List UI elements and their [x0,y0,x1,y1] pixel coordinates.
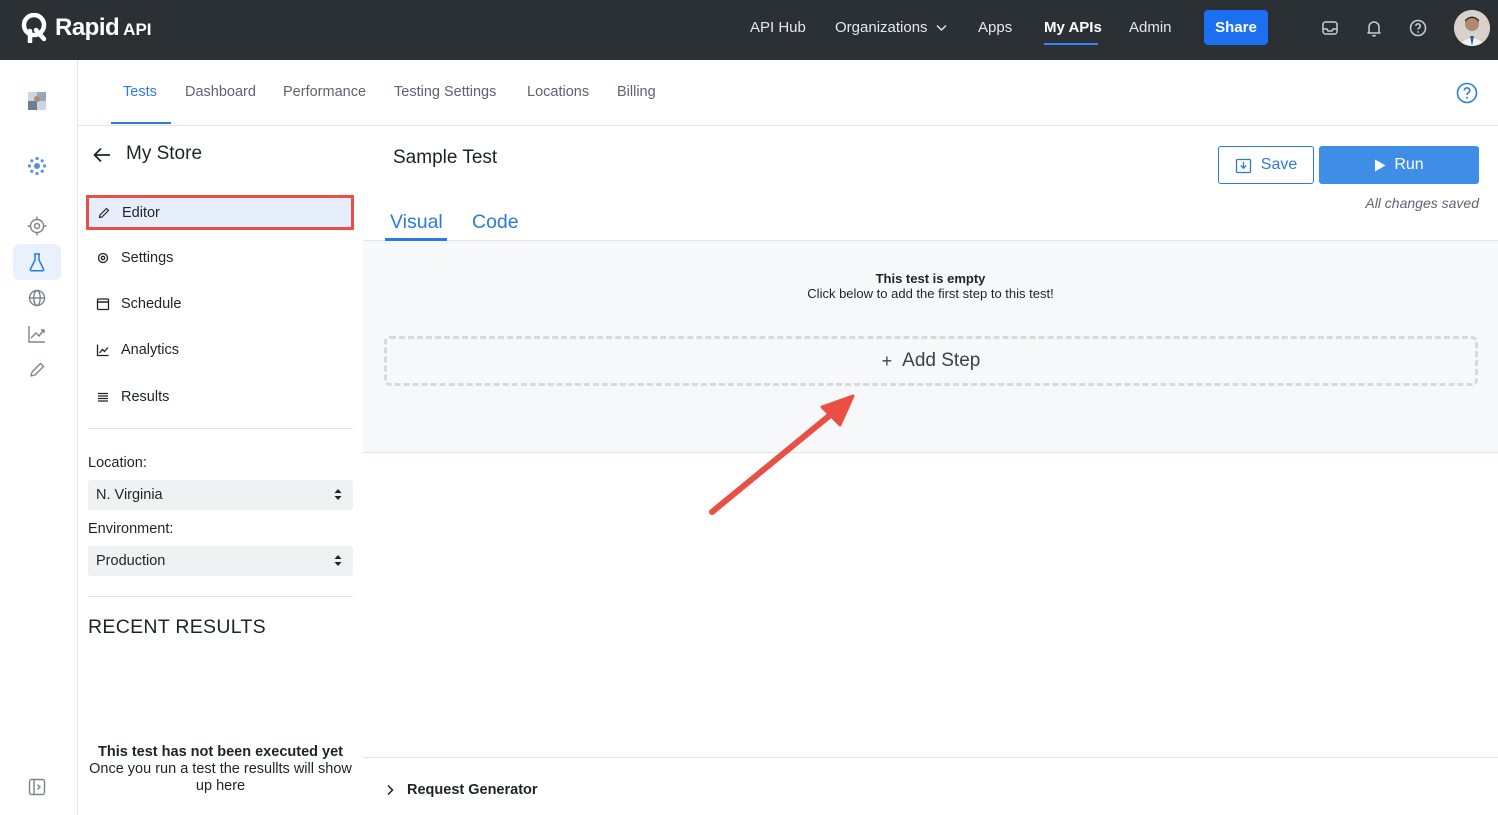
menu-item-label: Schedule [121,296,182,312]
help-icon[interactable] [1456,82,1478,104]
inbox-icon[interactable] [1321,19,1339,37]
environment-select[interactable]: Production [88,546,353,576]
location-select[interactable]: N. Virginia [88,480,353,510]
org-avatar[interactable] [26,90,48,112]
menu-item-results[interactable]: Results [88,380,353,414]
annotation-arrow [709,394,855,515]
chevron-down-icon [936,25,947,32]
divider [88,428,353,429]
save-icon [1235,158,1251,173]
nav-admin[interactable]: Admin [1129,19,1172,36]
nav-active-indicator [1044,43,1098,45]
view-tab-active-indicator [385,238,447,241]
select-caret-icon [334,555,342,566]
save-status: All changes saved [1365,195,1479,211]
back-arrow-icon[interactable] [92,146,112,164]
empty-test-subtitle: Click below to add the first step to thi… [807,286,1054,301]
menu-item-settings[interactable]: Settings [88,241,353,275]
tab-dashboard[interactable]: Dashboard [185,84,256,100]
bell-icon[interactable] [1365,19,1383,37]
tab-locations[interactable]: Locations [527,84,589,100]
user-avatar[interactable] [1454,10,1490,46]
recent-results-title: RECENT RESULTS [88,616,266,638]
globe-icon[interactable] [26,287,48,309]
location-value: N. Virginia [96,487,163,503]
tab-active-indicator [111,122,171,124]
menu-item-label: Results [121,389,170,405]
environment-label: Environment: [88,521,174,537]
test-title[interactable]: Sample Test [393,147,497,169]
menu-item-analytics[interactable]: Analytics [88,333,353,367]
pencil-icon [98,207,110,218]
gear-icon [97,252,109,264]
tab-tests[interactable]: Tests [123,84,157,100]
request-generator-label: Request Generator [407,782,538,798]
nav-apps[interactable]: Apps [978,19,1012,36]
add-step-button[interactable]: + Add Step [384,336,1478,386]
help-circle-icon[interactable] [1409,19,1427,37]
share-button[interactable]: Share [1204,10,1268,45]
sidebar-toggle-icon[interactable] [26,776,48,798]
rapidapi-logo-icon [21,13,47,43]
save-button-label: Save [1260,156,1298,173]
nav-organizations[interactable]: Organizations [835,19,947,36]
pencil-icon[interactable] [26,359,48,381]
menu-item-schedule[interactable]: Schedule [88,287,353,321]
location-label: Location: [88,455,147,471]
plus-icon: + [881,350,893,371]
nav-api-hub[interactable]: API Hub [750,19,806,36]
store-title: My Store [126,143,203,164]
calendar-icon [96,298,110,311]
section-tabs: Tests Dashboard Performance Testing Sett… [78,60,1498,126]
chart-icon[interactable] [26,323,48,345]
request-generator-panel[interactable]: Request Generator [363,757,1498,815]
menu-item-label: Editor [122,204,160,221]
tab-code[interactable]: Code [472,211,519,234]
recent-results-empty-title: This test has not been executed yet [98,744,343,760]
empty-test-title: This test is empty [875,271,986,286]
analytics-icon [96,344,109,357]
run-button[interactable]: Run [1319,146,1479,184]
run-button-label: Run [1394,156,1424,173]
tab-performance[interactable]: Performance [283,84,366,100]
recent-results-empty: This test has not been executed yet Once… [88,744,353,795]
tab-visual[interactable]: Visual [390,211,443,234]
logo-subtext: API [123,20,152,39]
add-step-label: Add Step [902,350,981,371]
left-rail [0,60,78,815]
list-icon [98,392,108,402]
logo-text: Rapid [55,14,120,41]
environment-value: Production [96,553,166,569]
play-icon [1375,159,1386,171]
recent-results-empty-body: Once you run a test the resullts will sh… [89,761,352,794]
divider [88,596,353,597]
chevron-right-icon [387,784,394,796]
menu-item-label: Settings [121,250,174,266]
top-navigation-bar: Rapid API API Hub Organizations Apps My … [0,0,1498,60]
nav-organizations-label: Organizations [835,19,928,36]
flask-icon[interactable] [26,251,48,273]
target-icon[interactable] [26,215,48,237]
user-avatar-image [1454,10,1490,46]
select-caret-icon [334,489,342,500]
nav-my-apis[interactable]: My APIs [1044,19,1102,36]
hub-icon[interactable] [26,155,48,177]
tab-testing-settings[interactable]: Testing Settings [394,84,496,100]
rapidapi-logo[interactable]: Rapid API [21,13,152,43]
menu-item-editor[interactable]: Editor [86,195,354,230]
menu-item-label: Analytics [121,342,180,358]
tab-billing[interactable]: Billing [617,84,656,100]
save-button[interactable]: Save [1218,146,1314,184]
